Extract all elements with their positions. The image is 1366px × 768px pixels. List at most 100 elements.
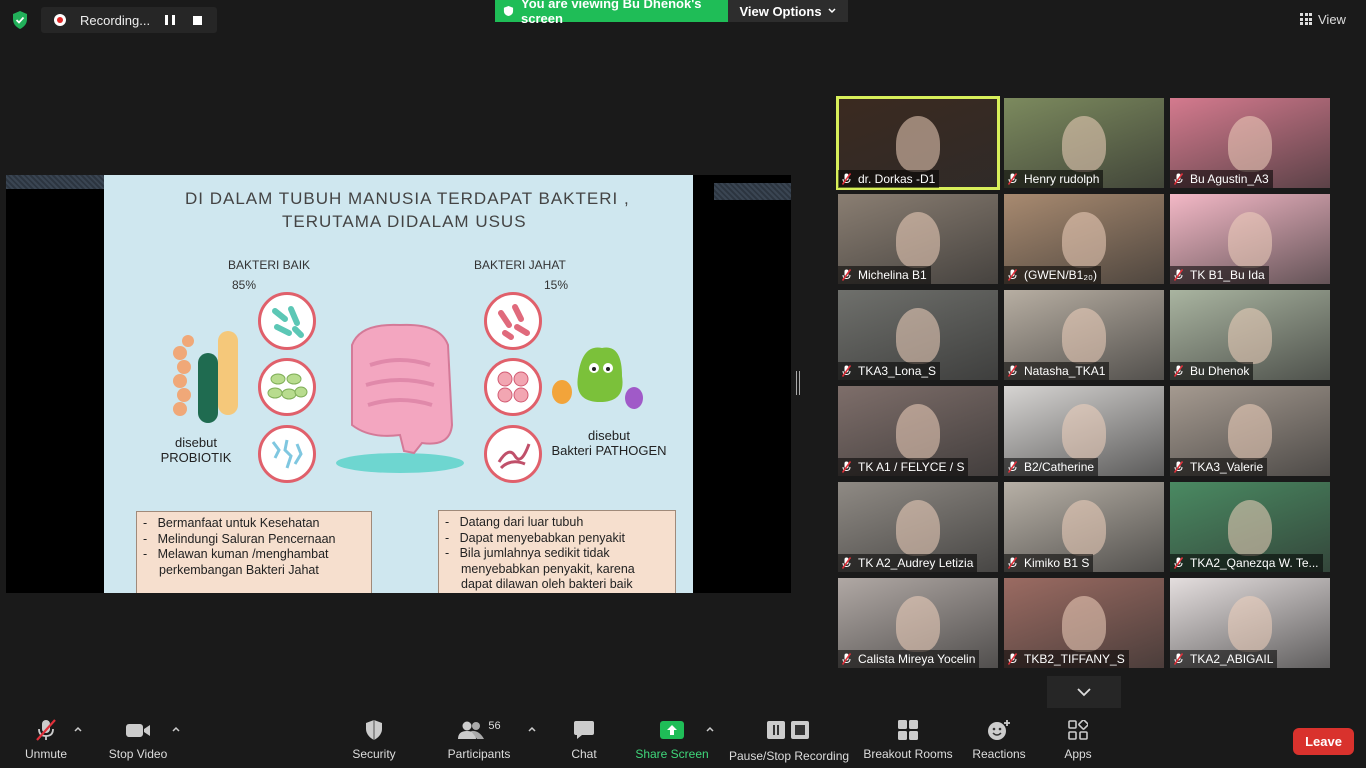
participant-video: [1062, 500, 1106, 556]
participants-options-caret-icon[interactable]: [527, 724, 537, 734]
participant-tile[interactable]: TK A1 / FELYCE / S: [838, 386, 998, 476]
probiotic-caption: disebut PROBIOTIK: [148, 435, 244, 465]
muted-microphone-icon: [842, 269, 851, 281]
muted-microphone-icon: [842, 557, 851, 569]
panel-resize-handle[interactable]: [796, 371, 800, 395]
grid-icon: [1300, 13, 1312, 25]
pause-recording-icon[interactable]: [165, 15, 175, 25]
view-layout-button[interactable]: View: [1300, 8, 1358, 30]
participant-tile[interactable]: Michelina B1: [838, 194, 998, 284]
pathogen-caption-line2: Bakteri PATHOGEN: [551, 443, 667, 458]
participants-button[interactable]: 56 Participants: [446, 718, 512, 766]
chevron-down-icon: [828, 8, 836, 14]
reactions-label: Reactions: [972, 747, 1026, 761]
participant-video: [1228, 116, 1272, 172]
participant-name: Henry rudolph: [1024, 172, 1100, 186]
muted-microphone-icon: [1008, 269, 1017, 281]
participant-tile[interactable]: TKA2_ABIGAIL: [1170, 578, 1330, 668]
chat-button[interactable]: Chat: [566, 718, 602, 766]
participant-video: [1062, 116, 1106, 172]
muted-microphone-icon: [842, 461, 851, 473]
good-bacteria-percent: 85%: [232, 278, 257, 292]
participant-tile[interactable]: Natasha_TKA1: [1004, 290, 1164, 380]
participant-tile[interactable]: Bu Dhenok: [1170, 290, 1330, 380]
breakout-rooms-button[interactable]: Breakout Rooms: [863, 718, 953, 766]
participant-tile[interactable]: Calista Mireya Yocelin: [838, 578, 998, 668]
muted-microphone-icon: [1008, 557, 1017, 569]
participant-name-tag: TKB2_TIFFANY_S: [1004, 650, 1129, 668]
muted-microphone-icon: [842, 653, 851, 665]
participant-tile[interactable]: Henry rudolph: [1004, 98, 1164, 188]
participant-name-tag: Henry rudolph: [1004, 170, 1104, 188]
bad-bacteria-points: - Datang dari luar tubuh - Dapat menyeba…: [438, 510, 676, 593]
leave-button[interactable]: Leave: [1293, 728, 1354, 755]
good-bacteria-circle: [258, 292, 316, 350]
participant-tile[interactable]: TKA3_Valerie: [1170, 386, 1330, 476]
breakout-rooms-label: Breakout Rooms: [863, 747, 953, 761]
good-bacteria-circle: [258, 425, 316, 483]
participant-tile[interactable]: TKA2_Qanezqa W. Te...: [1170, 482, 1330, 572]
unmute-button[interactable]: Unmute: [22, 718, 70, 766]
bad-bacteria-circle: [484, 292, 542, 350]
participant-tile[interactable]: TKA3_Lona_S: [838, 290, 998, 380]
muted-microphone-icon: [1174, 653, 1183, 665]
participant-tile[interactable]: (GWEN/B1₂₀): [1004, 194, 1164, 284]
apps-button[interactable]: Apps: [1060, 718, 1096, 766]
good-bacteria-label: BAKTERI BAIK: [228, 258, 311, 272]
stop-recording-icon[interactable]: [193, 15, 202, 25]
participant-tile[interactable]: Bu Agustin_A3: [1170, 98, 1330, 188]
view-options-button[interactable]: View Options: [728, 0, 848, 22]
participant-name-tag: TK B1_Bu Ida: [1170, 266, 1269, 284]
video-options-caret-icon[interactable]: [171, 724, 181, 734]
participant-video: [1228, 596, 1272, 652]
good-point: - Bermanfaat untuk Kesehatan: [143, 516, 320, 530]
muted-microphone-icon: [1008, 653, 1017, 665]
participant-tile[interactable]: TK A2_Audrey Letizia: [838, 482, 998, 572]
participants-count: 56: [488, 720, 501, 732]
audio-options-caret-icon[interactable]: [73, 724, 83, 734]
participant-name: Bu Agustin_A3: [1190, 172, 1269, 186]
participant-name: TKA2_ABIGAIL: [1190, 652, 1274, 666]
pause-stop-recording-button[interactable]: Pause/Stop Recording: [729, 718, 849, 766]
muted-microphone-icon: [1174, 557, 1183, 569]
participant-tile[interactable]: TKB2_TIFFANY_S: [1004, 578, 1164, 668]
screen-strip: [714, 183, 791, 200]
shield-icon: [360, 718, 388, 742]
participant-video: [1062, 212, 1106, 268]
probiotic-caption-line2: PROBIOTIK: [160, 450, 232, 465]
recording-dot-icon: [54, 14, 66, 26]
participant-name: Kimiko B1 S: [1024, 556, 1090, 570]
bad-bacteria-circle: [484, 358, 542, 416]
pause-stop-recording-label: Pause/Stop Recording: [728, 749, 850, 763]
good-point: - Melawan kuman /menghambat perkembangan…: [143, 547, 329, 577]
participant-tile[interactable]: TK B1_Bu Ida: [1170, 194, 1330, 284]
good-bacteria-circle: [258, 358, 316, 416]
security-button[interactable]: Security: [350, 718, 398, 766]
bad-point: - Bila jumlahnya sedikit tidak menyebabk…: [445, 546, 635, 591]
participant-video: [896, 596, 940, 652]
participant-video: [896, 308, 940, 364]
participant-tile[interactable]: B2/Catherine: [1004, 386, 1164, 476]
presentation-slide: DI DALAM TUBUH MANUSIA TERDAPAT BAKTERI …: [104, 175, 693, 593]
participant-tile[interactable]: dr. Dorkas -D1: [836, 96, 1000, 190]
stop-video-button[interactable]: Stop Video: [106, 718, 170, 766]
bad-bacteria-percent: 15%: [544, 278, 569, 292]
participant-name: TK A1 / FELYCE / S: [858, 460, 965, 474]
participant-name-tag: TKA3_Lona_S: [838, 362, 941, 380]
shield-check-icon: [503, 5, 514, 17]
participant-name-tag: dr. Dorkas -D1: [838, 170, 940, 188]
viewing-label: You are viewing Bu Dhenok's screen: [520, 0, 702, 26]
participant-name: TKA3_Valerie: [1190, 460, 1264, 474]
participant-tile[interactable]: Kimiko B1 S: [1004, 482, 1164, 572]
participant-name-tag: TKA3_Valerie: [1170, 458, 1268, 476]
gallery-next-page-button[interactable]: [1047, 676, 1121, 708]
security-shield-icon[interactable]: [10, 10, 30, 30]
recording-indicator: Recording...: [41, 7, 217, 33]
participant-name: TK A2_Audrey Letizia: [858, 556, 974, 570]
share-screen-button[interactable]: Share Screen: [635, 718, 709, 766]
participant-name: Michelina B1: [858, 268, 927, 282]
reactions-button[interactable]: Reactions: [972, 718, 1026, 766]
apps-icon: [1064, 718, 1092, 742]
participant-name-tag: TKA2_Qanezqa W. Te...: [1170, 554, 1323, 572]
share-options-caret-icon[interactable]: [705, 724, 715, 734]
